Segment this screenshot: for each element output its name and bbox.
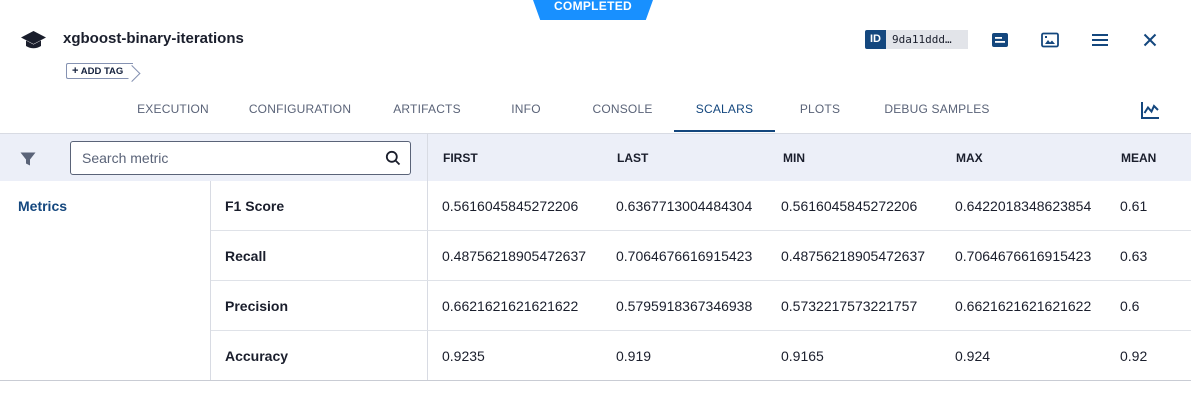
cell-last: 0.7064676616915423 [616,248,753,264]
tab-debug-samples[interactable]: DEBUG SAMPLES [879,88,995,132]
cell-last: 0.5795918367346938 [616,298,753,314]
column-min: MIN [783,151,805,165]
table-row: F1 Score 0.5616045845272206 0.6367713004… [211,181,1191,231]
cell-max: 0.924 [955,348,991,364]
column-last: LAST [617,151,649,165]
tab-plots[interactable]: PLOTS [790,88,850,132]
metric-name: Recall [225,248,267,264]
table-row: Recall 0.48756218905472637 0.70646766169… [211,231,1191,281]
cell-first: 0.9235 [442,348,485,364]
cell-first: 0.5616045845272206 [442,198,579,214]
column-mean: MEAN [1121,151,1157,165]
id-label: ID [865,30,886,49]
add-tag-button[interactable]: + ADD TAG [66,63,134,79]
plus-icon: + [72,65,79,77]
cell-mean: 0.6 [1120,298,1140,314]
menu-icon [1092,34,1108,46]
column-max: MAX [956,151,983,165]
cell-max: 0.7064676616915423 [955,248,1092,264]
cell-min: 0.9165 [781,348,824,364]
add-tag-label: ADD TAG [80,66,124,77]
tab-artifacts[interactable]: ARTIFACTS [385,88,469,132]
status-banner: COMPLETED [533,0,653,20]
metric-name: Precision [225,298,289,314]
column-first: FIRST [443,151,478,165]
chart-view-icon[interactable] [1139,99,1161,121]
menu-button[interactable] [1089,29,1111,51]
graduation-cap-icon [21,31,46,49]
scalars-table-header: FIRST LAST MIN MAX MEAN [0,133,1191,182]
cell-mean: 0.63 [1120,248,1148,264]
table-row: Precision 0.6621621621621622 0.579591836… [211,281,1191,331]
cell-mean: 0.92 [1120,348,1148,364]
filter-icon[interactable] [19,151,37,167]
cell-first: 0.6621621621621622 [442,298,579,314]
cell-last: 0.919 [616,348,652,364]
image-button[interactable] [1039,29,1061,51]
task-id-chip[interactable]: ID 9da11ddd… [865,30,968,49]
task-title: xgboost-binary-iterations [63,30,244,47]
table-bottom-border [0,380,1191,381]
tab-configuration[interactable]: CONFIGURATION [244,88,356,132]
details-icon [992,33,1008,47]
cell-first: 0.48756218905472637 [442,248,587,264]
table-row: Accuracy 0.9235 0.919 0.9165 0.924 0.92 [211,331,1191,381]
close-button[interactable] [1139,29,1161,51]
cell-min: 0.5732217573221757 [781,298,918,314]
search-box [70,141,411,175]
search-icon [385,150,401,166]
metrics-group-item[interactable]: Metrics [18,198,67,214]
column-divider [427,134,428,182]
cell-max: 0.6621621621621622 [955,298,1092,314]
details-button[interactable] [989,29,1011,51]
tab-bar: EXECUTION CONFIGURATION ARTIFACTS INFO C… [0,88,1191,133]
tab-info[interactable]: INFO [502,88,550,132]
search-input[interactable] [71,142,371,174]
cell-max: 0.6422018348623854 [955,198,1092,214]
tab-scalars[interactable]: SCALARS [674,88,775,132]
cell-mean: 0.61 [1120,198,1148,214]
metric-name: F1 Score [225,198,285,214]
tab-console[interactable]: CONSOLE [584,88,661,132]
metric-name: Accuracy [225,348,289,364]
image-icon [1041,32,1059,48]
cell-last: 0.6367713004484304 [616,198,753,214]
cell-min: 0.48756218905472637 [781,248,926,264]
tab-execution[interactable]: EXECUTION [130,88,216,132]
cell-min: 0.5616045845272206 [781,198,918,214]
id-value: 9da11ddd… [886,30,968,49]
close-icon [1143,33,1157,47]
